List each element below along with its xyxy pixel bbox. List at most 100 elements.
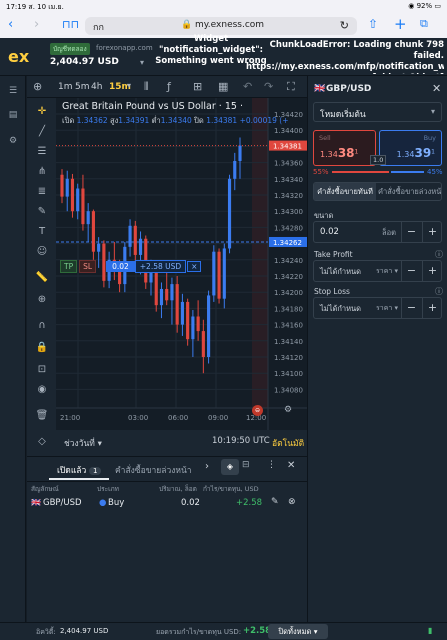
sl-increase-button[interactable]: + [422,298,442,318]
horizontal-lines-icon[interactable]: ☰ [35,146,49,158]
back-icon[interactable]: ‹ [8,17,13,32]
sl-unit-select[interactable]: ราคา ▾ [376,303,398,314]
pitchfork-icon[interactable]: ⋔ [35,166,49,178]
chunk-error-message: ChunkLoadError: Loading chunk 798 failed… [246,40,444,74]
close-position-icon[interactable]: × [187,260,202,272]
group-view-icon[interactable]: ◈ [221,459,239,475]
row-pl: +2.58 [236,498,263,508]
close-panel-icon[interactable]: ✕ [432,82,441,95]
menu-icon[interactable]: ☰ [7,86,19,96]
zoom-in-icon[interactable]: ⊕ [35,294,49,306]
candle-body [186,301,190,340]
tab-pending-order[interactable]: คำสั่งซื้อขายล่วงหน้า [378,183,441,200]
tab-market-order[interactable]: คำสั่งซื้อขายทันที [314,183,376,200]
tp-input[interactable]: ไม่ได้กำหนด ราคา ▾ − + [313,260,442,282]
sl-input[interactable]: ไม่ได้กำหนด ราคา ▾ − + [313,297,442,319]
position-lots[interactable]: 0.02 [106,260,135,272]
book-icon[interactable]: ⊓⊓ [62,18,79,31]
balance-dropdown-icon[interactable]: ▾ [140,58,144,67]
candle-body [170,284,174,301]
fullscreen-icon[interactable]: ⛶ [287,80,295,94]
position-label[interactable]: TP SL 0.02 +2.58 USD × [60,259,202,273]
sl-value[interactable]: ไม่ได้กำหนด [320,303,361,315]
fibonacci-icon[interactable]: ≣ [35,186,49,198]
list-view-icon[interactable]: ⊟ [242,460,250,470]
account-balance[interactable]: 2,404.97 USD [50,57,119,67]
tp-decrease-button[interactable]: − [401,261,421,281]
more-options-icon[interactable]: ⋮ [267,460,276,470]
lock-drawings-icon[interactable]: 🔒 [35,342,49,354]
tab-open-positions[interactable]: เปิดแล้ว 1 [57,463,102,477]
tp-info-icon[interactable]: ⓘ [435,249,443,260]
volume-decrease-button[interactable]: − [401,222,421,242]
timeframe-4h[interactable]: 4h [91,82,102,92]
forward-icon[interactable]: › [34,17,39,32]
reader-button[interactable]: กก [93,20,104,34]
chart-type-icon[interactable]: ⫴ [144,80,149,94]
layout-icon[interactable]: ⊞ [193,80,202,93]
candle-body [175,284,179,325]
sl-info-icon[interactable]: ⓘ [435,286,443,297]
ruler-icon[interactable]: 📏 [35,272,49,284]
tab-pending-orders[interactable]: คำสั่งซื้อขายล่วงหน้า [115,463,192,477]
order-mode-select[interactable]: โหมดเริ่มต้น ▾ [313,102,442,122]
calendar-icon[interactable]: ▤ [7,110,19,120]
text-icon[interactable]: T [35,226,49,238]
redo-icon[interactable]: ↷ [264,80,273,93]
chart-toolbar: ⊕ 1m 5m 4h 15m ▾ ⫴ ƒ ⊞ ▦ ↶ ↷ ⛶ [27,76,307,98]
price-tick-label: 1.34360 [274,160,303,168]
alert-icon[interactable]: ⊖ [252,405,263,416]
tp-increase-button[interactable]: + [422,261,442,281]
share-icon[interactable]: ⇧ [368,17,378,31]
volume-increase-button[interactable]: + [422,222,442,242]
add-indicator-icon[interactable]: ⊕ [33,80,42,93]
sell-button[interactable]: Sell 1.34381 [313,130,376,166]
volume-input[interactable]: 0.02 ล็อต − + [313,221,442,243]
new-tab-icon[interactable]: + [394,15,407,33]
settings-icon[interactable]: ⚙ [7,136,19,146]
timeframe-dropdown-icon[interactable]: ▾ [127,81,131,90]
close-all-button[interactable]: ปิดทั้งหมด ▾ [268,624,328,639]
lock-tools-icon[interactable]: ⊡ [35,364,49,376]
timeframe-1m[interactable]: 1m [58,82,73,92]
undo-icon[interactable]: ↶ [243,80,252,93]
templates-icon[interactable]: ▦ [218,80,228,93]
brush-icon[interactable]: ✎ [35,206,49,218]
price-chart[interactable]: 1.344201.344001.343801.343601.343401.343… [56,98,307,430]
volume-value[interactable]: 0.02 [320,227,339,237]
eye-icon[interactable]: ◉ [35,384,49,396]
left-nav-bar: ☰ ▤ ⚙ [0,76,26,622]
collapse-icon[interactable]: ◇ [35,436,49,448]
indicators-icon[interactable]: ƒ [167,80,171,93]
price-tick-label: 1.34280 [274,224,303,232]
address-bar[interactable]: กก 🔒 my.exness.com ↻ [85,17,357,35]
chevron-right-icon[interactable]: › [205,461,209,472]
reload-icon[interactable]: ↻ [340,19,349,32]
candle-body [233,160,237,179]
sl-button[interactable]: SL [79,259,97,273]
sl-decrease-button[interactable]: − [401,298,421,318]
date-range-button[interactable]: ช่วงวันที่ ▾ [64,436,102,450]
timeframe-5m[interactable]: 5m [75,82,90,92]
auto-scale-button[interactable]: อัตโนมัติ [272,436,304,450]
tp-value[interactable]: ไม่ได้กำหนด [320,266,361,278]
magnet-icon[interactable]: ∩ [35,320,49,332]
utc-clock[interactable]: 10:19:50 UTC [212,436,270,446]
order-symbol: GBP/USD [326,84,372,94]
close-position-icon[interactable]: ⊗ [288,497,296,507]
tp-unit-select[interactable]: ราคา ▾ [376,266,398,277]
table-row[interactable]: 🇬🇧 GBP/USD ● Buy 0.02 +2.58 ✎ ⊗ [27,494,307,512]
tp-button[interactable]: TP [60,259,78,273]
tabs-icon[interactable]: ⧉ [420,17,428,31]
settings-gear-icon[interactable]: ⚙ [284,405,295,416]
buy-button[interactable]: Buy 1.34391 [379,130,442,166]
crosshair-icon[interactable]: ✛ [35,106,49,118]
chevron-down-icon: ▾ [430,107,435,116]
candle-body [65,178,69,197]
close-panel-icon[interactable]: ✕ [287,460,295,471]
trendline-icon[interactable]: ╱ [35,126,49,138]
emoji-icon[interactable]: ☺ [35,246,49,258]
edit-icon[interactable]: ✎ [271,497,279,507]
trash-icon[interactable]: 🗑 [35,410,49,422]
price-tick-label: 1.34080 [274,386,303,394]
